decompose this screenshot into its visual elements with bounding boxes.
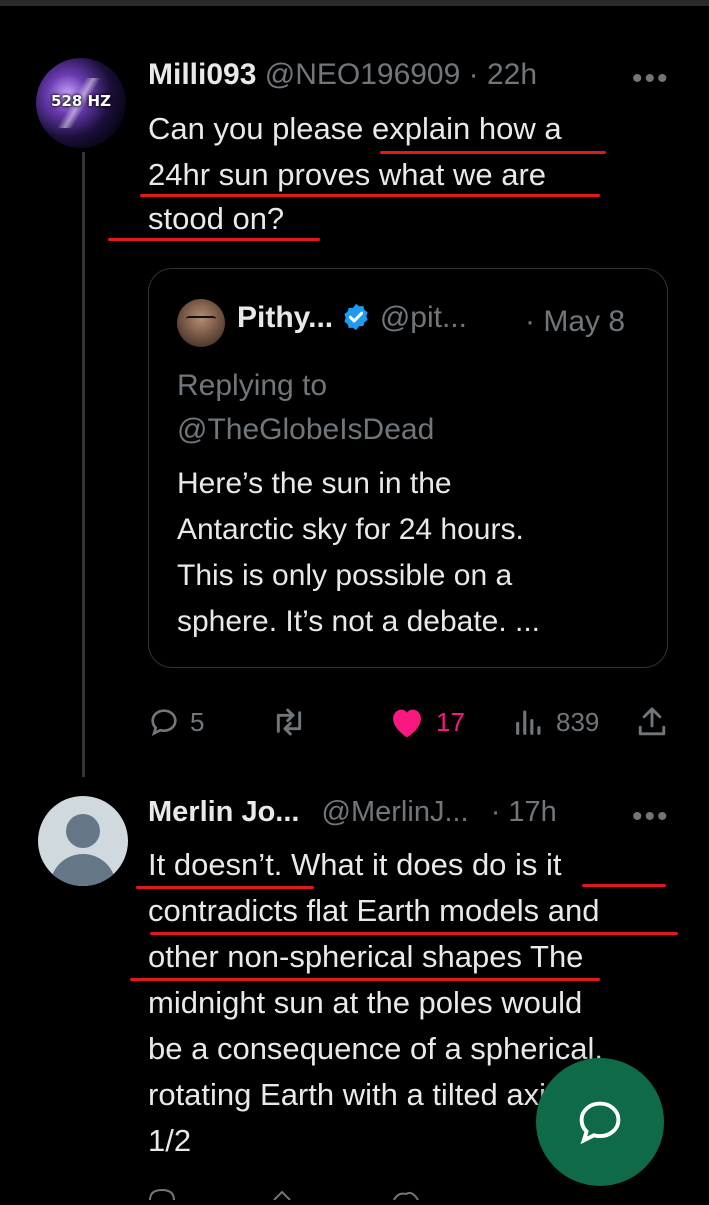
retweet-icon <box>276 708 302 736</box>
thread-connector <box>82 152 85 777</box>
tweet-text-line: Can you please explain how a <box>148 111 562 146</box>
share-button[interactable] <box>636 700 668 744</box>
reply-count: 5 <box>190 706 205 737</box>
heart-icon <box>393 709 421 738</box>
replying-to-handle[interactable]: @TheGlobeIsDead <box>177 407 434 453</box>
tweet-time[interactable]: · 22h <box>469 58 537 91</box>
quoted-text-line: sphere. It’s not a debate. ... <box>177 605 541 638</box>
more-options-icon[interactable]: ••• <box>632 62 670 96</box>
quoted-header: Pithy... @pit... <box>237 301 467 345</box>
quoted-text-line: Here’s the sun in the <box>177 467 452 500</box>
annotation-underline <box>140 194 600 197</box>
reply-button[interactable]: 5 <box>148 700 204 744</box>
tweet-text-line: contradicts flat Earth models and <box>148 893 600 928</box>
author-name[interactable]: Milli093 <box>148 58 256 91</box>
avatar-head <box>66 814 100 848</box>
replying-to-label: Replying to <box>177 369 328 402</box>
reply-icon <box>151 709 177 736</box>
tweet-text-line: midnight sun at the poles would <box>148 985 583 1020</box>
next-action-bar-peek <box>148 1186 548 1201</box>
views-button[interactable]: 839 <box>512 700 599 744</box>
annotation-underline <box>136 886 314 889</box>
quoted-date: · May 8 <box>525 305 626 338</box>
annotation-underline <box>380 151 606 154</box>
avatar-shoulders <box>50 854 116 886</box>
quoted-text-line: Antarctic sky for 24 hours. <box>177 513 524 546</box>
author-handle[interactable]: @MerlinJ... <box>322 796 469 828</box>
tweet-header: Milli093 @NEO196909 · 22h <box>148 58 537 102</box>
tweet-text-line: 24hr sun proves what we are <box>148 157 547 192</box>
retweet-button[interactable] <box>270 700 308 744</box>
view-count: 839 <box>556 706 600 737</box>
compose-reply-icon <box>579 1101 621 1145</box>
avatar[interactable]: 528 HZ <box>36 58 126 148</box>
like-count: 17 <box>436 706 465 737</box>
more-options-icon[interactable]: ••• <box>632 800 670 834</box>
avatar-label: 528 HZ <box>51 92 111 110</box>
annotation-underline <box>130 978 600 981</box>
quoted-text-line: This is only possible on a <box>177 559 513 592</box>
annotation-underline <box>582 884 666 887</box>
tweet-text-line: be a consequence of a spherical, <box>148 1031 603 1066</box>
share-icon <box>638 707 666 736</box>
views-icon <box>516 710 541 735</box>
tweet-header: Merlin Jo... @MerlinJ... · 17h <box>148 796 557 840</box>
tweet-text-line: 1/2 <box>148 1123 192 1158</box>
quoted-author-name: Pithy... <box>237 301 334 334</box>
avatar-default[interactable] <box>38 796 128 886</box>
compose-reply-button[interactable] <box>536 1058 664 1186</box>
tweet-text-line: other non-spherical shapes The <box>148 939 584 974</box>
verified-badge-icon <box>344 303 369 331</box>
annotation-underline <box>108 238 320 241</box>
tweet-text-line: rotating Earth with a tilted axis. <box>148 1077 571 1112</box>
annotation-underline <box>150 932 678 935</box>
quoted-avatar <box>177 299 225 347</box>
tweet-time[interactable]: · 17h <box>491 796 557 828</box>
top-divider <box>0 0 709 6</box>
tweet-text-line: stood on? <box>148 201 285 236</box>
quoted-author-handle: @pit... <box>379 301 467 334</box>
avatar-glasses <box>186 316 216 325</box>
tweet-action-bar: 5 17 839 <box>148 700 673 744</box>
quoted-tweet-card[interactable]: Pithy... @pit... · May 8 Replying to @Th… <box>148 268 668 668</box>
tweet-text-line: It doesn’t. What it does do is it <box>148 847 562 882</box>
author-handle[interactable]: @NEO196909 <box>265 58 461 91</box>
author-name[interactable]: Merlin Jo... <box>148 796 299 828</box>
like-button[interactable]: 17 <box>388 700 465 744</box>
